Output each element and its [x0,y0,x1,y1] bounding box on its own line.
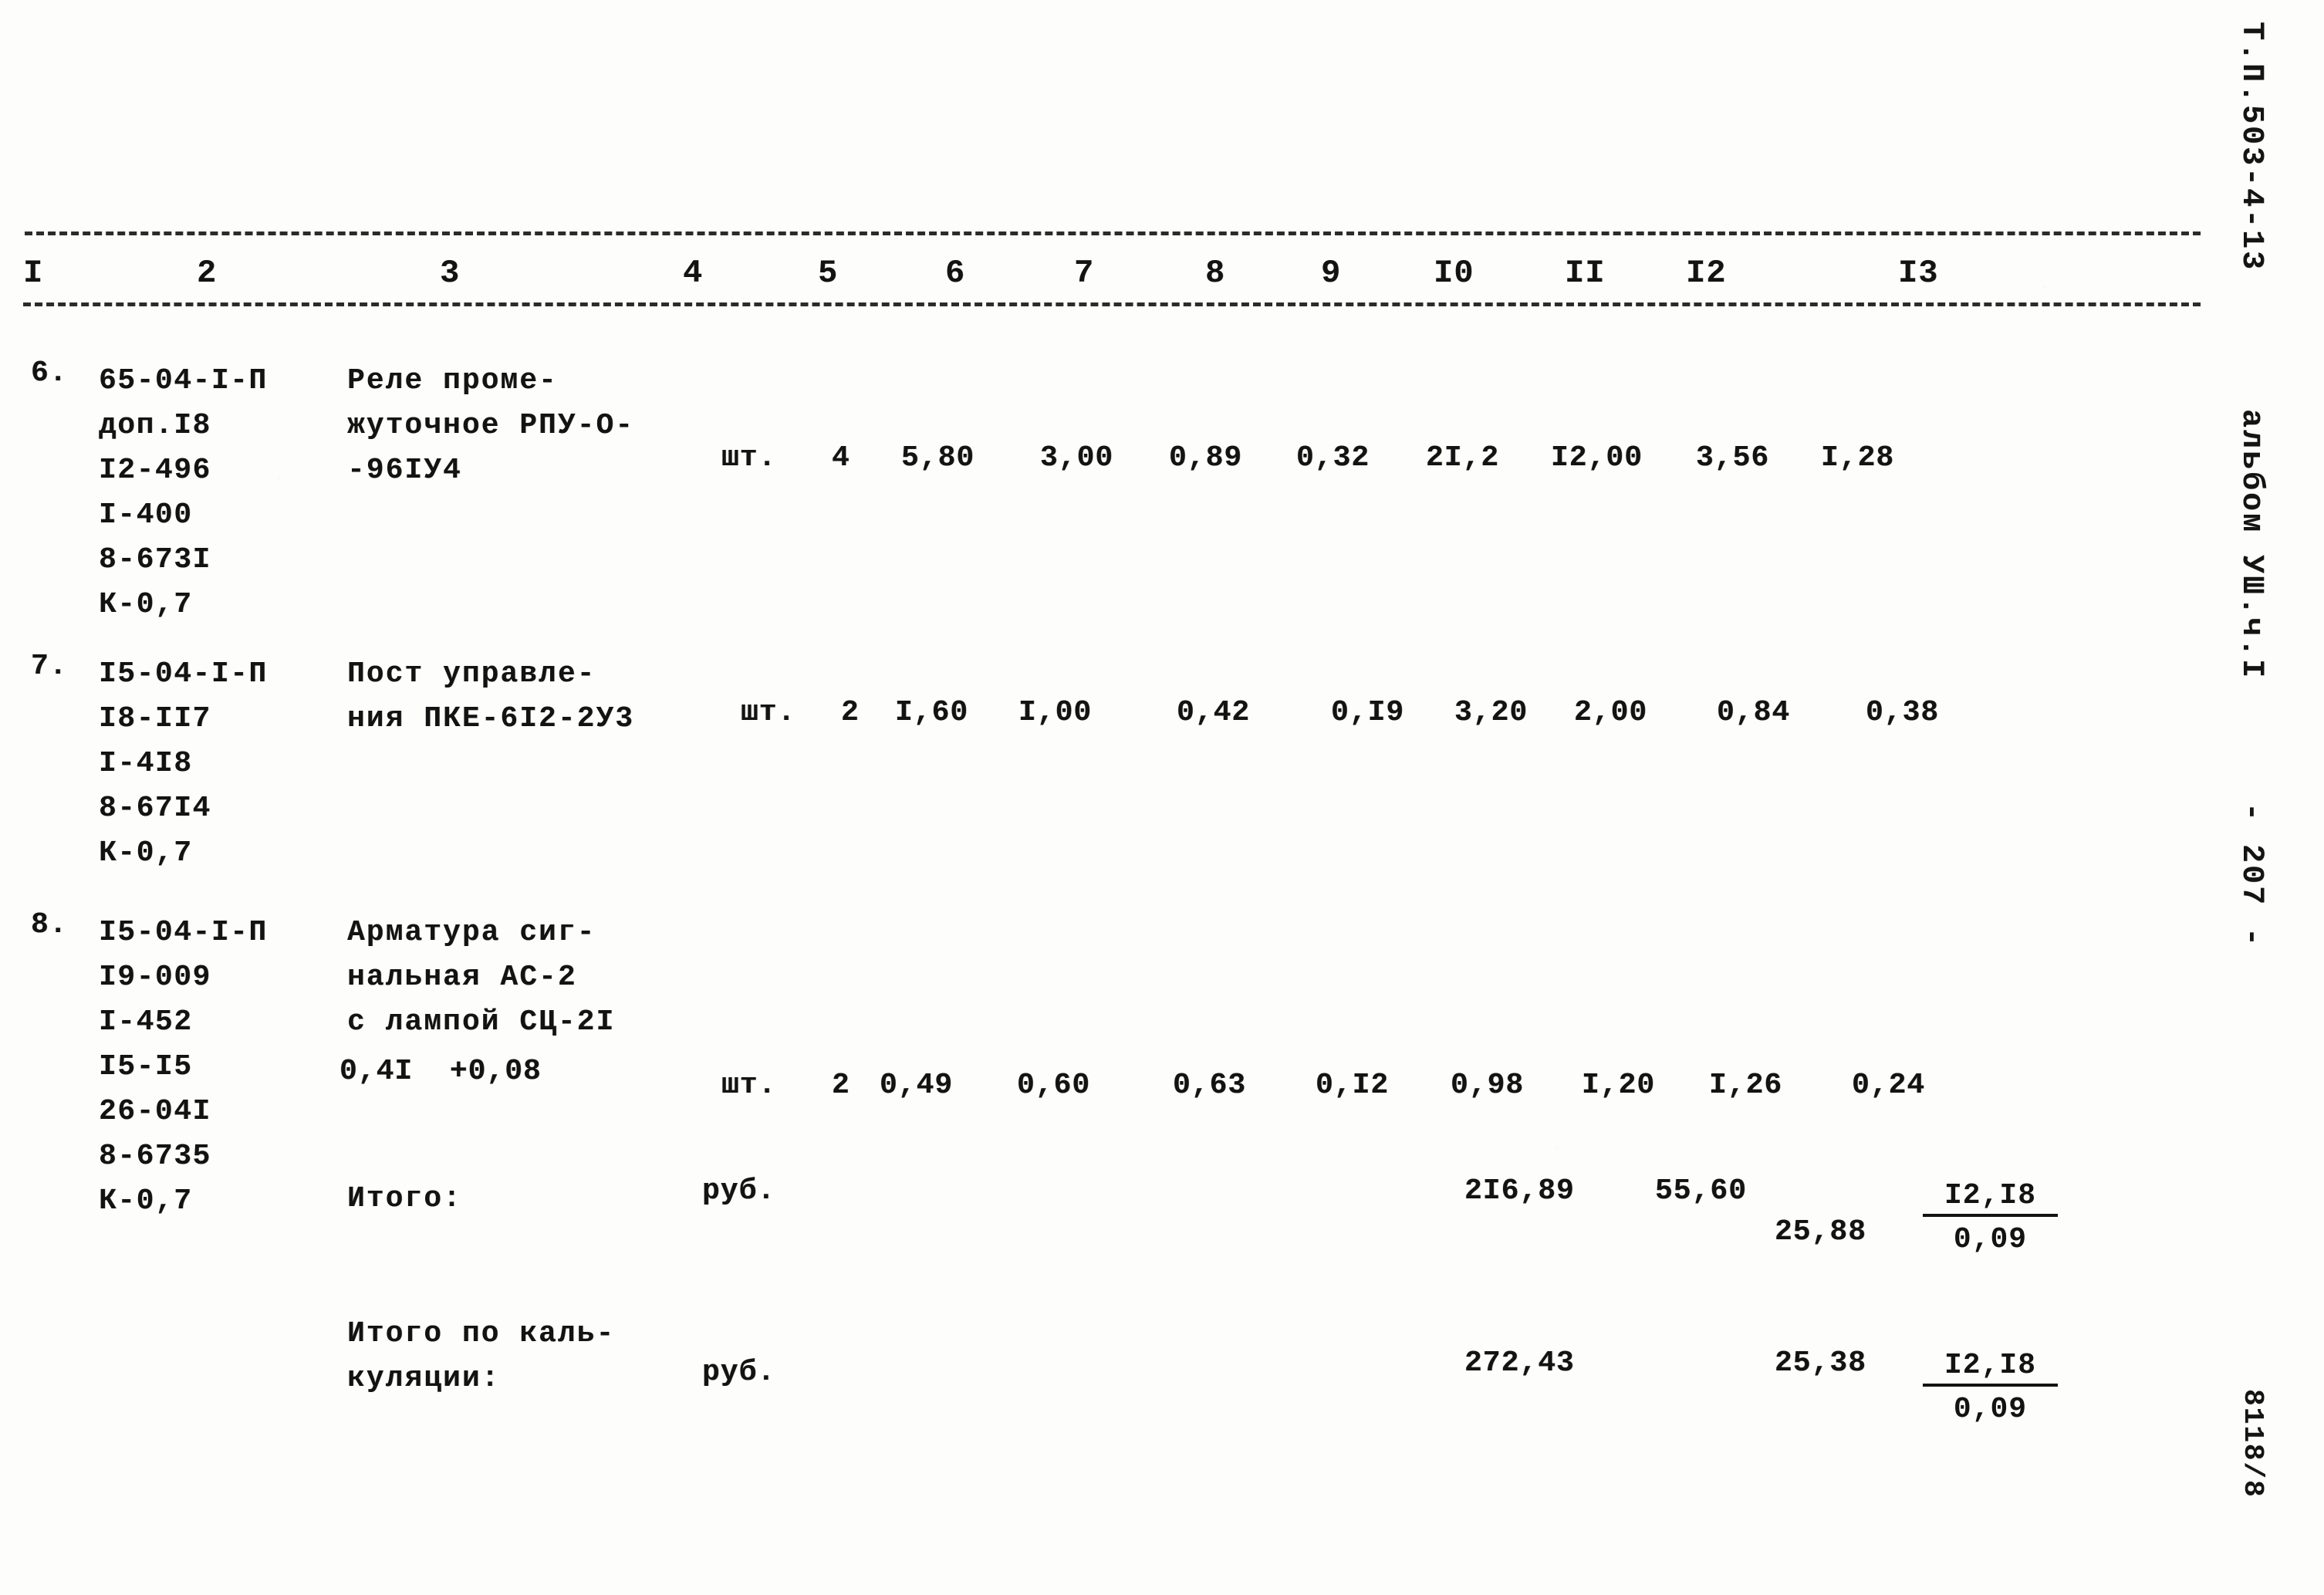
row-col5: 0,49 [880,1069,954,1102]
row-col12: 0,38 [1866,696,1940,729]
row-quantity: 2 [832,1069,850,1102]
row-col6: I,00 [1018,696,1093,729]
row-col7: 0,89 [1169,441,1243,475]
grand-total-col12-numerator: I2,I8 [1923,1349,2058,1387]
row-correction-value: 0,4I +0,08 [339,1055,542,1088]
column-number-10: I0 [1434,255,1474,292]
row-col12: 0,24 [1852,1069,1926,1102]
row-item-name: Арматура сиг- нальная АС-2 с лампой СЦ-2… [347,916,616,1039]
total-unit: руб. [702,1174,776,1208]
row-col9: 3,20 [1454,696,1529,729]
header-rule-bottom [23,302,2201,306]
total-col10: 55,60 [1655,1174,1748,1208]
row-col8: 0,32 [1296,441,1370,475]
row-col10: I,20 [1582,1069,1656,1102]
grand-total-col12-fraction: I2,I8 0,09 [1923,1349,2058,1426]
row-unit: шт. [741,696,796,729]
spec-code-vertical: Т.П.503-4-13 [2234,22,2268,272]
row-col6: 0,60 [1017,1069,1091,1102]
row-col7: 0,42 [1177,696,1251,729]
row-col8: 0,I2 [1316,1069,1390,1102]
row-col10: 2,00 [1574,696,1648,729]
column-number-3: 3 [440,255,461,292]
column-number-9: 9 [1321,255,1342,292]
total-label: Итого: [347,1182,462,1215]
row-unit: шт. [721,441,777,475]
row-col10: I2,00 [1551,441,1643,475]
grand-total-col12-denominator: 0,09 [1953,1393,2028,1426]
row-code-block: I5-04-I-П I9-009 I-452 I5-I5 26-04I 8-67… [99,916,268,1218]
row-col8: 0,I9 [1331,696,1405,729]
column-number-2: 2 [197,255,218,292]
grand-total-col11: 25,38 [1775,1347,1867,1380]
page-marker-vertical: - 207 - [2234,803,2268,949]
column-number-8: 8 [1205,255,1226,292]
row-col9: 2I,2 [1426,441,1500,475]
row-item-name: Реле проме- жуточное РПУ-О- -96IУ4 [347,364,635,487]
row-quantity: 4 [832,441,850,475]
stamp-vertical: 8118/8 [2237,1389,2268,1499]
row-number: 7. [31,650,68,683]
total-col9: 2I6,89 [1464,1174,1575,1208]
header-rule-top [25,231,2201,235]
total-col12-fraction: I2,I8 0,09 [1923,1179,2058,1256]
column-number-12: I2 [1686,255,1727,292]
row-col11: 3,56 [1696,441,1770,475]
row-number: 8. [31,908,68,941]
column-number-4: 4 [683,255,704,292]
row-code-block: I5-04-I-П I8-II7 I-4I8 8-67I4 К-0,7 [99,657,268,870]
row-col6: 3,00 [1040,441,1114,475]
column-number-11: II [1565,255,1606,292]
row-col12: I,28 [1821,441,1895,475]
grand-total-col9: 272,43 [1464,1347,1575,1380]
scanned-document-page: I 2 3 4 5 6 7 8 9 I0 II I2 I3 6. 65-04-I… [0,0,2324,1595]
total-col11: 25,88 [1775,1215,1867,1249]
row-number: 6. [31,357,68,390]
column-number-1: I [23,255,44,292]
grand-total-label: Итого по каль- куляции: [347,1317,616,1395]
row-code-block: 65-04-I-П доп.I8 I2-496 I-400 8-673I К-0… [99,364,268,621]
column-number-13: I3 [1898,255,1939,292]
row-unit: шт. [721,1069,777,1102]
column-number-6: 6 [945,255,966,292]
row-col9: 0,98 [1451,1069,1525,1102]
row-col11: 0,84 [1717,696,1791,729]
column-number-7: 7 [1074,255,1095,292]
column-number-5: 5 [818,255,839,292]
grand-total-unit: руб. [702,1356,776,1389]
row-col5: I,60 [895,696,969,729]
total-col12-numerator: I2,I8 [1923,1179,2058,1217]
album-vertical: альбом УШ.ч.I [2234,409,2268,681]
total-col12-denominator: 0,09 [1953,1223,2028,1256]
row-item-name: Пост управле- ния ПКЕ-6I2-2У3 [347,657,635,735]
row-col7: 0,63 [1173,1069,1247,1102]
row-col11: I,26 [1709,1069,1783,1102]
row-col5: 5,80 [901,441,975,475]
row-quantity: 2 [841,696,860,729]
